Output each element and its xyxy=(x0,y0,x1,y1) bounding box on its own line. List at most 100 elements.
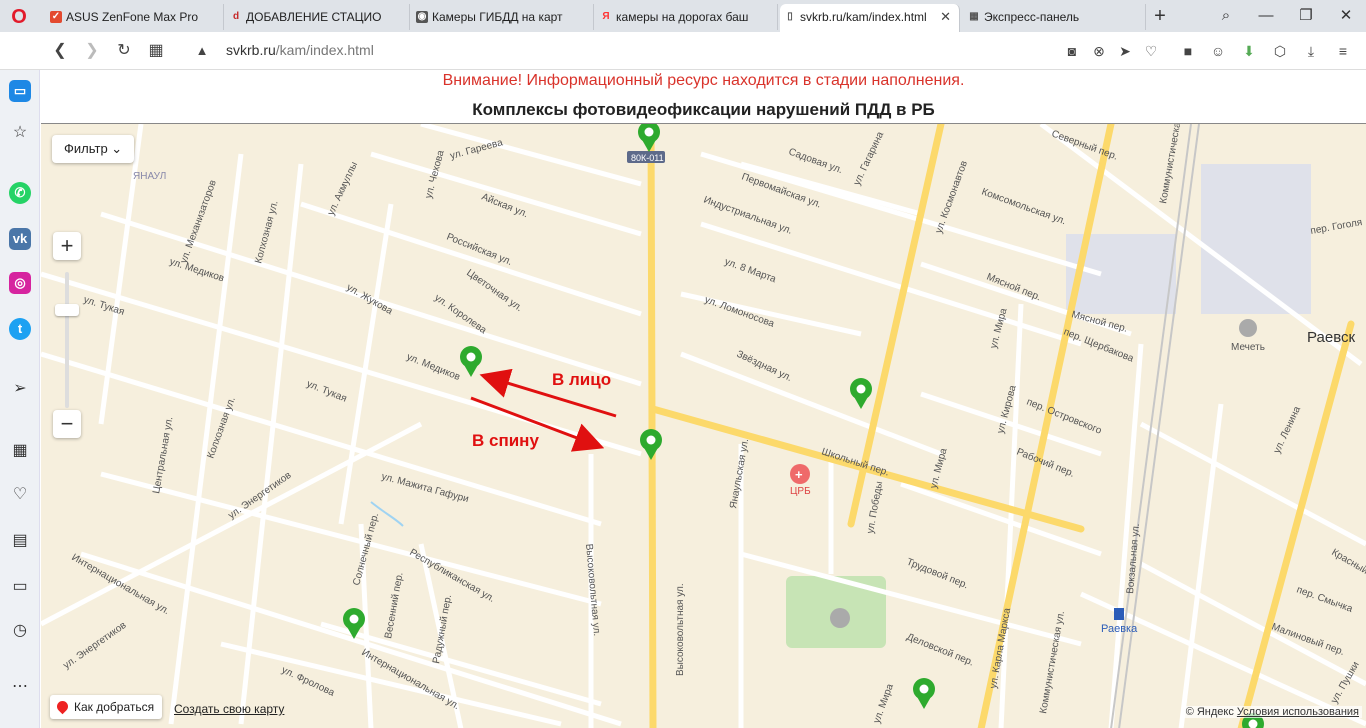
town-label: Раевск xyxy=(1307,329,1355,346)
url-field[interactable]: svkrb.ru/kam/index.html xyxy=(226,42,374,58)
street-label: Рабочий пер. xyxy=(1015,446,1076,480)
street-label: Солнечный пер. xyxy=(351,512,381,587)
camera-marker[interactable] xyxy=(913,678,935,709)
tab-svkrb-active[interactable]: ▯ svkrb.ru/kam/index.html ✕ xyxy=(780,4,960,32)
back-icon[interactable]: ❮ xyxy=(50,41,70,61)
route-label: Как добраться xyxy=(74,700,155,714)
tab-close-icon[interactable]: ✕ xyxy=(940,4,951,30)
player-icon[interactable]: ▭ xyxy=(9,576,31,598)
terms-link[interactable]: Условия использования xyxy=(1237,706,1359,718)
more-icon[interactable]: ⋯ xyxy=(9,676,31,698)
tab-speed-dial[interactable]: ▦ Экспресс-панель xyxy=(964,4,1146,30)
filter-label: Фильтр xyxy=(64,141,108,156)
annotation-back: В спину xyxy=(472,431,539,450)
railway xyxy=(1110,124,1200,728)
news-icon[interactable]: ▤ xyxy=(9,530,31,552)
cube-icon[interactable]: ⬡ xyxy=(1271,42,1289,60)
mosque-label: Мечеть xyxy=(1231,342,1265,353)
zoom-out-button[interactable]: − xyxy=(53,410,81,438)
street-label: Центральная ул. xyxy=(151,416,175,495)
street-label: Садовая ул. xyxy=(787,146,844,176)
snapshot-icon[interactable]: ◙ xyxy=(1063,42,1081,60)
filter-button[interactable]: Фильтр ⌄ xyxy=(52,135,135,163)
map-canvas[interactable]: ул. Гареева ул. Чехова Айская ул. Россий… xyxy=(41,124,1366,728)
chevron-down-icon: ⌄ xyxy=(111,141,123,156)
tab-yandex[interactable]: Я камеры на дорогах баш xyxy=(596,4,778,30)
street-label: пер. Гоголя xyxy=(1310,217,1364,237)
sidebar: ▭ ☆ ✆ vk ◎ t ➢ ▦ ♡ ▤ ▭ ◷ ⋯ xyxy=(0,70,40,728)
tab-drive2[interactable]: d ДОБАВЛЕНИЕ СТАЦИО xyxy=(226,4,410,30)
extension-1-icon[interactable]: ■ xyxy=(1179,42,1197,60)
tab-bar: O ✓ ASUS ZenFone Max Pro d ДОБАВЛЕНИЕ СТ… xyxy=(0,0,1366,32)
notice-text: Внимание! Информационный ресурс находитс… xyxy=(442,72,965,89)
twitter-icon[interactable]: t xyxy=(9,318,31,340)
warning-icon[interactable]: ▲ xyxy=(192,41,212,61)
street-label: Колхозная ул. xyxy=(253,200,280,265)
train-station-icon[interactable] xyxy=(1114,608,1124,620)
tab-asus[interactable]: ✓ ASUS ZenFone Max Pro xyxy=(46,4,224,30)
download-icon[interactable]: ⤓ xyxy=(1302,42,1320,60)
create-map-link[interactable]: Создать свою карту xyxy=(174,702,284,716)
road-badge-label: 80К-011 xyxy=(631,153,664,163)
mosque-icon[interactable] xyxy=(1239,319,1257,337)
camera-favicon-icon: ◉ xyxy=(416,11,428,23)
asus-favicon-icon: ✓ xyxy=(50,11,62,23)
street-label: ул. Космонавтов xyxy=(933,159,970,235)
street-label: ул. Акмуллы xyxy=(326,160,360,217)
vk-icon[interactable]: vk xyxy=(9,228,31,250)
favorites-heart-icon[interactable]: ♡ xyxy=(9,484,31,506)
location-pin-icon xyxy=(54,698,71,715)
street-label: ул. Мира xyxy=(928,447,949,490)
annotation-face: В лицо xyxy=(552,370,612,389)
search-icon[interactable]: ⌕ xyxy=(1216,6,1236,26)
zoom-slider-track[interactable] xyxy=(65,272,69,408)
history-clock-icon[interactable]: ◷ xyxy=(9,620,31,642)
hospital-cross-icon: + xyxy=(795,467,803,482)
star-icon[interactable]: ☆ xyxy=(9,122,31,144)
opera-logo-icon[interactable]: O xyxy=(8,6,30,28)
forward-icon[interactable]: ❯ xyxy=(82,41,102,61)
close-window-icon[interactable]: ✕ xyxy=(1336,6,1356,26)
whatsapp-icon[interactable]: ✆ xyxy=(9,182,31,204)
yandex-map[interactable]: ул. Гареева ул. Чехова Айская ул. Россий… xyxy=(41,123,1366,728)
minimize-icon[interactable]: — xyxy=(1256,6,1276,26)
instagram-icon[interactable]: ◎ xyxy=(9,272,31,294)
adblock-icon[interactable]: ⊗ xyxy=(1090,42,1108,60)
extension-2-icon[interactable]: ☺ xyxy=(1209,42,1227,60)
copyright: © Яндекс Условия использования xyxy=(1182,706,1362,718)
street-label: пер. Смычка xyxy=(1295,584,1354,615)
send-icon[interactable]: ➤ xyxy=(1116,42,1134,60)
camera-marker[interactable] xyxy=(460,346,482,377)
camera-marker[interactable] xyxy=(637,124,661,152)
send-sidebar-icon[interactable]: ➢ xyxy=(9,378,31,400)
new-tab-plus-icon[interactable]: + xyxy=(1150,6,1170,26)
street-label: ул. Мажита Гафури xyxy=(380,470,470,505)
zoom-in-button[interactable]: + xyxy=(53,232,81,260)
museum-icon[interactable] xyxy=(830,608,850,628)
zoom-slider-handle[interactable] xyxy=(55,304,79,316)
menu-icon[interactable]: ≡ xyxy=(1334,42,1352,60)
apps-grid-icon[interactable]: ▦ xyxy=(9,440,31,462)
sidebar-top-icon[interactable]: ▭ xyxy=(9,80,31,102)
street-label: ул. Королева xyxy=(432,292,488,336)
camera-marker[interactable] xyxy=(640,429,662,460)
route-button[interactable]: Как добраться xyxy=(50,695,163,719)
street-label: ул. 8 Марта xyxy=(723,256,778,285)
district-label: ЯНАУЛ xyxy=(133,171,166,182)
address-bar: ❮ ❯ ↻ ▦ ▲ svkrb.ru/kam/index.html ◙ ⊗ ➤ … xyxy=(0,32,1366,70)
heart-icon[interactable]: ♡ xyxy=(1142,42,1160,60)
tab-label: Экспресс-панель xyxy=(984,10,1080,24)
street-label: Комсомольская ул. xyxy=(980,186,1067,227)
street-label: Весенний пер. xyxy=(383,572,405,640)
street-label: Красный xyxy=(1330,547,1366,577)
tab-cameras[interactable]: ◉ Камеры ГИБДД на карт xyxy=(412,4,594,30)
street-label: Деловской пер. xyxy=(905,632,975,669)
camera-marker[interactable] xyxy=(850,378,872,409)
street-label: ул. Механизаторов xyxy=(178,179,218,265)
restore-icon[interactable]: ❐ xyxy=(1296,6,1316,26)
copyright-text: © Яндекс xyxy=(1185,706,1234,718)
extension-3-icon[interactable]: ⬇ xyxy=(1240,42,1258,60)
reload-icon[interactable]: ↻ xyxy=(114,41,134,61)
station-label: Раевка xyxy=(1101,623,1138,635)
tabs-grid-icon[interactable]: ▦ xyxy=(146,41,166,61)
